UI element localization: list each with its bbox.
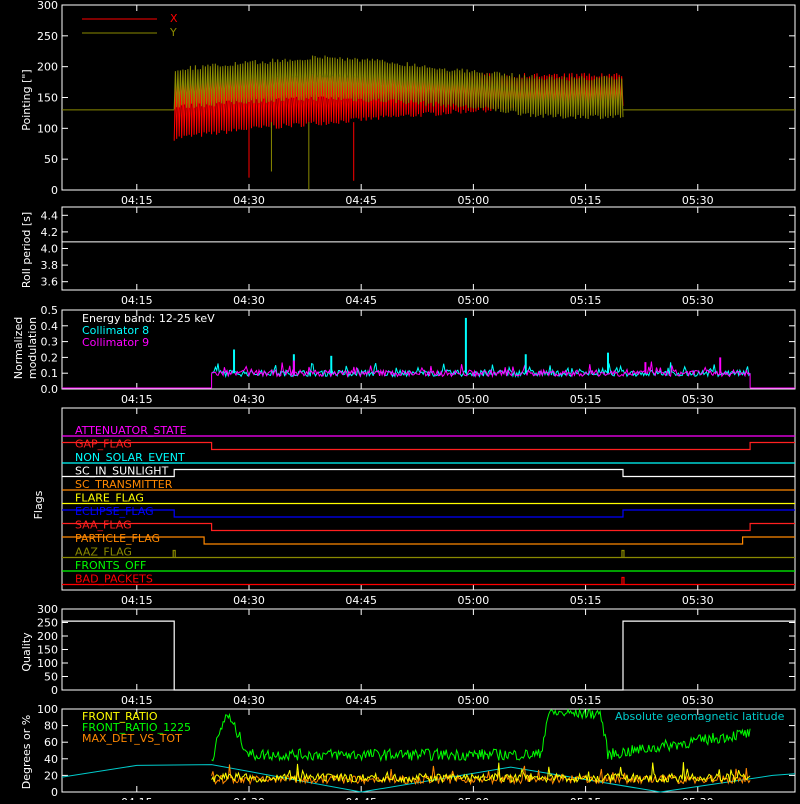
flag-label: GAP_FLAG (75, 438, 132, 451)
modulation-ylabel-line1: Normalized (12, 317, 25, 379)
ratios-ytick-label: 100 (37, 703, 58, 716)
roll-ytick-label: 3.6 (41, 276, 59, 289)
mod-xtick-label: 04:30 (233, 393, 265, 406)
flag-label: AAZ_FLAG (75, 546, 132, 559)
pointing-ytick-label: 300 (37, 0, 58, 12)
pointing-ytick-label: 100 (37, 122, 58, 135)
quality-xtick-label: 04:45 (345, 694, 377, 707)
quality-xtick-label: 05:30 (682, 694, 714, 707)
ratios-xtick-label: 04:45 (345, 796, 377, 800)
roll-ytick-label: 3.8 (41, 259, 59, 272)
pointing-xtick-label: 05:00 (458, 194, 490, 207)
roll-xtick-label: 05:00 (458, 294, 490, 307)
pointing-ylabel: Pointing ["] (20, 69, 33, 130)
ratios-ylabel: Degrees or % (20, 715, 33, 789)
roll-period-ylabel: Roll period [s] (20, 212, 33, 288)
roll-xtick-label: 04:30 (233, 294, 265, 307)
quality-ytick-label: 100 (37, 657, 58, 670)
roll-ytick-label: 4.4 (41, 209, 59, 222)
legend-x-label: X (170, 12, 178, 25)
quality-ylabel: Quality (20, 632, 33, 672)
ratios-xtick-label: 04:15 (121, 796, 153, 800)
quality-ytick-label: 0 (51, 684, 58, 697)
ratios-xtick-label: 05:30 (682, 796, 714, 800)
pointing-ytick-label: 200 (37, 61, 58, 74)
flags-xtick-label: 04:45 (345, 594, 377, 607)
quality-xtick-label: 05:00 (458, 694, 490, 707)
mod-ytick-label: 0.1 (41, 367, 59, 380)
legend-y-label: Y (169, 26, 177, 39)
flag-label: ECLIPSE_FLAG (75, 505, 154, 518)
roll-ytick-label: 4.0 (41, 243, 59, 256)
ratios-ytick-label: 20 (44, 769, 58, 782)
flags-xtick-label: 05:30 (682, 594, 714, 607)
quality-ytick-label: 150 (37, 644, 58, 657)
mod-ytick-label: 0.5 (41, 304, 59, 317)
flag-label: SC_TRANSMITTER (75, 478, 173, 491)
mod-xtick-label: 04:15 (121, 393, 153, 406)
figure: 04:15 04:30 04:45 05:00 05:15 05:30 0 50 100 150 2… (0, 0, 800, 804)
figure-svg: 04:15 04:30 04:45 05:00 05:15 05:300501001502… (0, 0, 800, 804)
mod-xtick-label: 05:00 (458, 393, 490, 406)
pointing-ytick-label: 250 (37, 30, 58, 43)
roll-xtick-label: 05:30 (682, 294, 714, 307)
pointing-ytick-label: 150 (37, 92, 58, 105)
ratios-ytick-label: 0 (51, 786, 58, 799)
quality-xtick-label: 05:15 (570, 694, 602, 707)
flag-label: FRONTS_OFF (75, 559, 146, 572)
modulation-ylabel-line2: modulation (26, 317, 39, 379)
flag-label: NON_SOLAR_EVENT (75, 451, 185, 464)
mod-xtick-label: 05:15 (570, 393, 602, 406)
flag-label: SAA_FLAG (75, 519, 132, 532)
geomag-annotation: Absolute geomagnetic latitude (615, 710, 785, 723)
ratios-xtick-label: 05:00 (458, 796, 490, 800)
pointing-xtick-label: 05:15 (570, 194, 602, 207)
mod-ytick-label: 0.3 (41, 336, 59, 349)
ratios-ytick-label: 40 (44, 753, 58, 766)
quality-ytick-label: 200 (37, 630, 58, 643)
mod-ytick-label: 0.0 (41, 383, 59, 396)
flags-xtick-label: 05:00 (458, 594, 490, 607)
roll-ytick-label: 4.2 (41, 226, 59, 239)
quality-ytick-label: 50 (44, 671, 58, 684)
flags-xtick-label: 04:15 (121, 594, 153, 607)
legend-collimator9: Collimator 9 (82, 336, 149, 349)
flag-label: BAD_PACKETS (75, 573, 153, 586)
pointing-ytick-label: 0 (51, 184, 58, 197)
ratios-xtick-label: 05:15 (570, 796, 602, 800)
pointing-xtick-label: 04:15 (121, 194, 153, 207)
quality-ytick-label: 250 (37, 617, 58, 630)
quality-ytick-label: 300 (37, 603, 58, 616)
mod-xtick-label: 04:45 (345, 393, 377, 406)
ratios-ytick-label: 80 (44, 720, 58, 733)
flag-label: FLARE_FLAG (75, 492, 144, 505)
mod-xtick-label: 05:30 (682, 393, 714, 406)
pointing-xtick-label: 04:45 (345, 194, 377, 207)
legend-max-det-vs-tot: MAX_DET_VS_TOT (82, 732, 182, 745)
pointing-ytick-label: 50 (44, 153, 58, 166)
flags-xtick-label: 05:15 (570, 594, 602, 607)
quality-xtick-label: 04:30 (233, 694, 265, 707)
quality-xtick-label: 04:15 (121, 694, 153, 707)
roll-xtick-label: 05:15 (570, 294, 602, 307)
mod-ytick-label: 0.4 (41, 320, 59, 333)
roll-xtick-label: 04:45 (345, 294, 377, 307)
ratios-ytick-label: 60 (44, 736, 58, 749)
ratios-xtick-label: 04:30 (233, 796, 265, 800)
flag-label: PARTICLE_FLAG (75, 532, 160, 545)
flags-ylabel: Flags (32, 490, 45, 519)
flags-xtick-label: 04:30 (233, 594, 265, 607)
roll-xtick-label: 04:15 (121, 294, 153, 307)
pointing-xtick-label: 05:30 (682, 194, 714, 207)
flag-label: ATTENUATOR_STATE (75, 424, 187, 437)
flag-label: SC_IN_SUNLIGHT (75, 465, 169, 478)
pointing-xtick-label: 04:30 (233, 194, 265, 207)
mod-ytick-label: 0.2 (41, 351, 59, 364)
